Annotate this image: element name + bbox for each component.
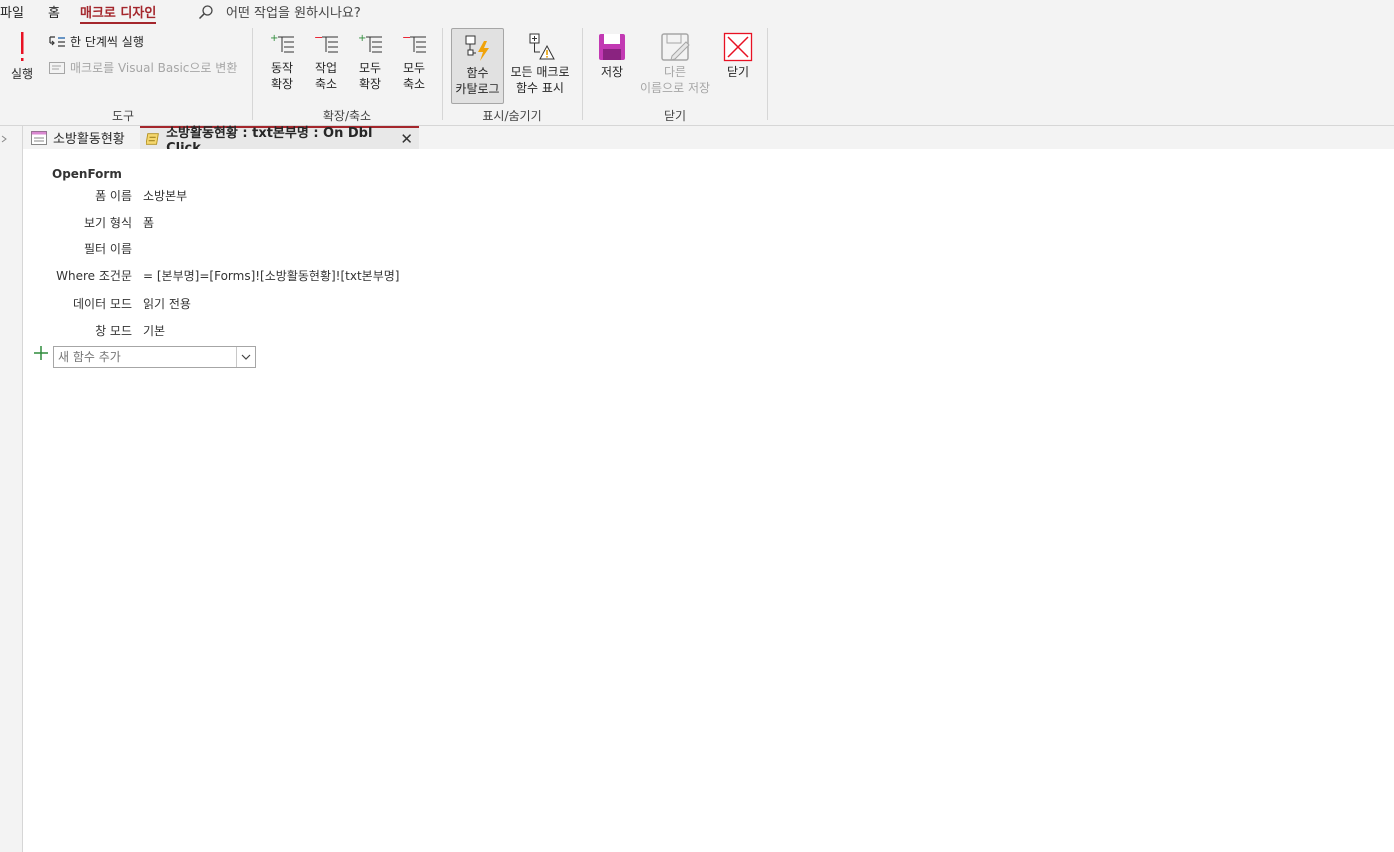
close-macro-button[interactable]: 닫기: [718, 32, 758, 80]
argument-value[interactable]: 폼: [143, 214, 154, 231]
macro-action-name[interactable]: OpenForm: [52, 167, 122, 181]
action-catalog-line2: 카탈로그: [455, 82, 500, 96]
argument-value[interactable]: = [본부명]=[Forms]![소방활동현황]![txt본부명]: [143, 267, 399, 284]
save-as-button[interactable]: 다른 이름으로 저장: [634, 32, 716, 96]
close-label: 닫기: [726, 65, 750, 79]
expand-all-line1: 모두: [358, 61, 382, 75]
argument-value[interactable]: 소방본부: [143, 187, 187, 204]
close-x-icon: [723, 32, 753, 62]
add-new-action-input[interactable]: [54, 347, 234, 367]
save-button[interactable]: 저장: [592, 32, 632, 80]
menu-home[interactable]: 홈: [48, 2, 60, 21]
expand-all-button[interactable]: + 모두 확장: [350, 32, 390, 92]
expand-actions-button[interactable]: + 동작 확장: [262, 32, 302, 92]
show-all-actions-button[interactable]: 모든 매크로 함수 표시: [506, 32, 574, 96]
add-new-action-combo[interactable]: [53, 346, 256, 368]
save-as-line1: 다른: [663, 65, 687, 79]
argument-value[interactable]: 기본: [143, 322, 165, 339]
save-as-icon: [661, 33, 690, 61]
group-separator: [582, 28, 583, 120]
expand-all-icon: +: [358, 33, 382, 53]
single-step-button[interactable]: 한 단계씩 실행: [48, 33, 144, 50]
argument-label: 필터 이름: [84, 242, 132, 256]
group-separator: [767, 28, 768, 120]
show-hide-group-label: 표시/숨기기: [482, 109, 542, 123]
collapse-all-line2: 축소: [402, 77, 426, 91]
form-icon: [31, 130, 47, 145]
combo-dropdown-button[interactable]: [236, 347, 255, 367]
menu-bar: 파일 홈 매크로 디자인 어떤 작업을 원하시나요?: [0, 0, 1394, 24]
svg-text:+: +: [358, 33, 366, 44]
add-action-plus-icon[interactable]: [34, 346, 48, 360]
menu-file[interactable]: 파일: [0, 2, 24, 21]
macro-editor: OpenForm 폼 이름 소방본부 보기 형식 폼 필터 이름 Where 조…: [24, 149, 1394, 852]
chevron-right-icon: [1, 135, 7, 143]
save-icon: [599, 34, 625, 60]
menu-macro-design[interactable]: 매크로 디자인: [80, 2, 157, 24]
show-all-actions-icon: [529, 33, 555, 60]
argument-label: Where 조건문: [56, 269, 132, 283]
collapse-actions-line1: 작업: [314, 61, 338, 75]
convert-to-vb-button[interactable]: 매크로를 Visual Basic으로 변환: [48, 59, 237, 76]
single-step-label: 한 단계씩 실행: [70, 35, 144, 49]
tab-label: 소방활동현황: [53, 132, 125, 147]
argument-label: 보기 형식: [84, 216, 132, 230]
group-separator: [442, 28, 443, 120]
expand-actions-line2: 확장: [270, 77, 294, 91]
show-all-actions-line2: 함수 표시: [516, 81, 564, 95]
search-icon[interactable]: [198, 4, 214, 20]
action-catalog-button[interactable]: 함수 카탈로그: [451, 28, 504, 104]
single-step-icon: [49, 35, 65, 47]
collapse-all-icon: −: [402, 32, 426, 53]
tab-form[interactable]: 소방활동현황: [25, 126, 141, 149]
collapse-all-button[interactable]: − 모두 축소: [394, 32, 434, 92]
show-all-actions-line1: 모든 매크로: [510, 65, 570, 79]
convert-vb-icon: [49, 61, 65, 74]
run-icon: [21, 32, 24, 61]
macro-icon: [146, 132, 159, 145]
expand-actions-line1: 동작: [270, 61, 294, 75]
document-tab-bar: 소방활동현황 소방활동현황 : txt본부명 : On Dbl Click ✕: [23, 126, 1394, 156]
convert-vb-label: 매크로를 Visual Basic으로 변환: [70, 61, 238, 75]
collapse-actions-line2: 축소: [314, 77, 338, 91]
expand-all-line2: 확장: [358, 77, 382, 91]
tab-close-icon[interactable]: ✕: [400, 130, 413, 148]
expand-actions-icon: +: [270, 33, 294, 53]
argument-value[interactable]: 읽기 전용: [143, 295, 191, 312]
collapse-actions-icon: −: [314, 32, 338, 53]
argument-label: 창 모드: [95, 324, 132, 338]
group-separator: [252, 28, 253, 120]
argument-label: 데이터 모드: [72, 297, 132, 311]
navigation-pane-collapsed[interactable]: [0, 126, 23, 852]
save-as-line2: 이름으로 저장: [639, 81, 711, 95]
svg-text:−: −: [402, 32, 411, 44]
tell-me-box[interactable]: 어떤 작업을 원하시나요?: [226, 2, 361, 21]
svg-text:+: +: [270, 33, 278, 44]
action-catalog-icon: [465, 35, 489, 61]
ribbon: 실행 한 단계씩 실행 매크로를 Visual Basic으로 변환 도구 + …: [0, 24, 1394, 126]
chevron-down-icon: [241, 354, 251, 360]
save-label: 저장: [600, 65, 624, 79]
run-label: 실행: [10, 67, 34, 81]
collapse-actions-button[interactable]: − 작업 축소: [306, 32, 346, 92]
tab-macro[interactable]: 소방활동현황 : txt본부명 : On Dbl Click ✕: [140, 126, 419, 156]
run-button[interactable]: 실행: [6, 30, 38, 82]
close-group-label: 닫기: [663, 109, 687, 123]
argument-label: 폼 이름: [95, 189, 132, 203]
svg-text:−: −: [314, 32, 323, 44]
action-catalog-line1: 함수: [466, 66, 489, 80]
collapse-all-line1: 모두: [402, 61, 426, 75]
